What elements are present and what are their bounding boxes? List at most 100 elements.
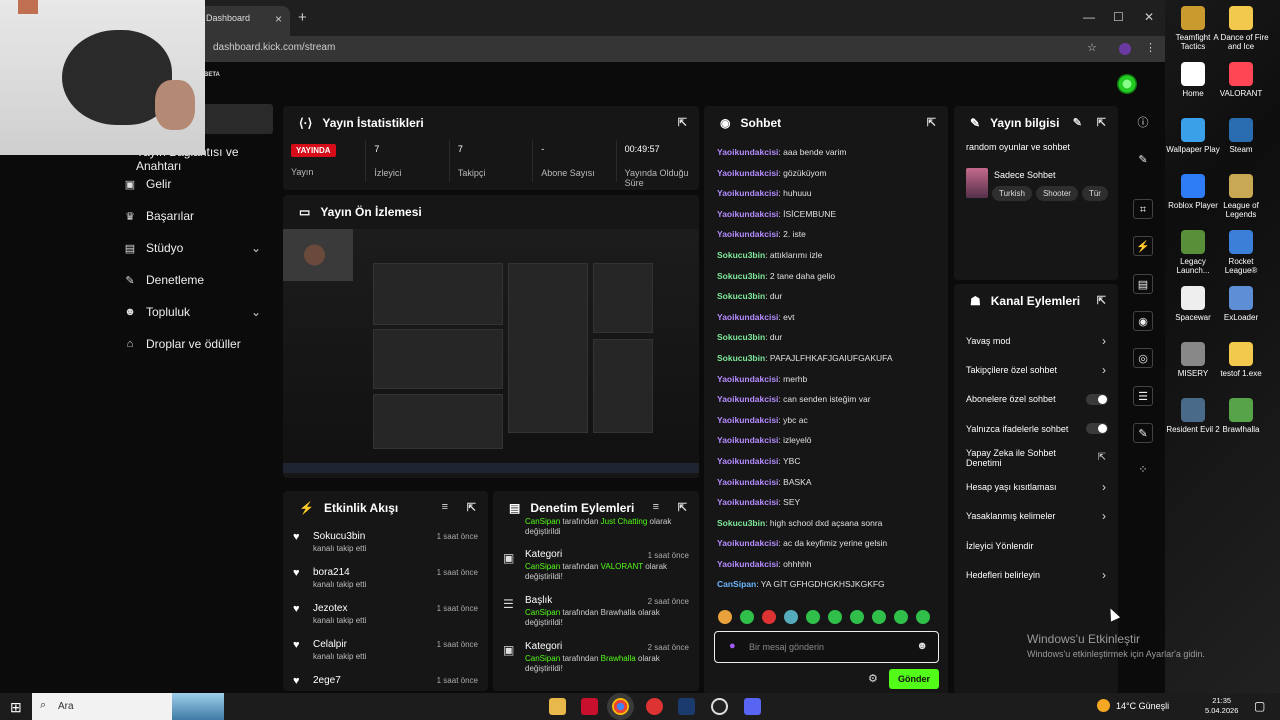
desktop-shortcut[interactable]: League of Legends	[1213, 174, 1269, 219]
chat-username[interactable]: Yaoikundakcisi	[717, 435, 778, 445]
maximize-icon[interactable]: ☐	[1113, 10, 1124, 24]
chat-username[interactable]: Yaoikundakcisi	[717, 538, 778, 548]
chat-username[interactable]: Sokucu3bin	[717, 353, 765, 363]
steam-icon[interactable]	[678, 698, 695, 715]
desktop-shortcut[interactable]: Steam	[1213, 118, 1269, 154]
microphone-icon[interactable]: ●	[729, 640, 736, 652]
emote-icon[interactable]	[872, 610, 886, 624]
tag[interactable]: Shooter	[1035, 186, 1078, 201]
popout-icon[interactable]: ⇱	[467, 501, 476, 514]
emote-icon[interactable]	[916, 610, 930, 624]
desktop-shortcut[interactable]: VALORANT	[1213, 62, 1269, 98]
popout-icon[interactable]: ⇱	[1097, 116, 1106, 129]
emote-icon[interactable]	[740, 610, 754, 624]
edit-icon[interactable]: ✎	[1073, 116, 1082, 129]
document-icon[interactable]: ▤	[1133, 274, 1153, 294]
chat-username[interactable]: Sokucu3bin	[717, 291, 765, 301]
chat-username[interactable]: Yaoikundakcisi	[717, 415, 778, 425]
minimize-icon[interactable]: —	[1083, 10, 1095, 24]
windows-start-icon[interactable]: ⊞	[10, 699, 22, 716]
channel-action-item[interactable]: Yapay Zeka ile Sohbet Denetimi ⇱	[954, 443, 1118, 472]
chat-username[interactable]: Sokucu3bin	[717, 250, 765, 260]
chat-username[interactable]: Yaoikundakcisi	[717, 312, 778, 322]
bolt-icon[interactable]: ⚡	[1133, 236, 1153, 256]
popout-icon[interactable]: ⇱	[678, 116, 687, 129]
channel-action-item[interactable]: Yavaş mod ›	[954, 326, 1118, 355]
chat-input[interactable]: ● Bir mesaj gönderin ☻	[714, 631, 939, 663]
emote-icon[interactable]	[828, 610, 842, 624]
emoji-icon[interactable]: ☻	[916, 640, 928, 652]
chat-username[interactable]: Yaoikundakcisi	[717, 168, 778, 178]
tag[interactable]: Turkish	[992, 186, 1032, 201]
sidebar-item-drops[interactable]: ⌂ Droplar ve ödüller	[124, 337, 241, 351]
toggle-switch[interactable]	[1086, 423, 1108, 435]
pdf-reader-icon[interactable]	[581, 698, 598, 715]
obs-icon[interactable]	[711, 698, 728, 715]
file-explorer-icon[interactable]	[549, 698, 566, 715]
discord-icon[interactable]	[744, 698, 761, 715]
chrome-icon[interactable]	[612, 698, 629, 715]
emote-icon[interactable]	[894, 610, 908, 624]
channel-action-item[interactable]: Yalnızca ifadelerle sohbet	[954, 414, 1118, 443]
chat-username[interactable]: Yaoikundakcisi	[717, 477, 778, 487]
filter-icon[interactable]: ≡	[442, 501, 448, 513]
new-tab-icon[interactable]: +	[298, 9, 307, 26]
chat-username[interactable]: Yaoikundakcisi	[717, 394, 778, 404]
toggle-switch[interactable]	[1086, 393, 1108, 405]
chat-username[interactable]: Yaoikundakcisi	[717, 456, 778, 466]
emote-icon[interactable]	[784, 610, 798, 624]
chat-username[interactable]: CanSipan	[717, 579, 756, 589]
chat-username[interactable]: Sokucu3bin	[717, 271, 765, 281]
channel-action-item[interactable]: Hedefleri belirleyin ›	[954, 560, 1118, 589]
chat-username[interactable]: Yaoikundakcisi	[717, 147, 778, 157]
chat-username[interactable]: Yaoikundakcisi	[717, 559, 778, 569]
sidebar-item-revenue[interactable]: ▣ Gelir	[124, 177, 172, 191]
broadcast-icon[interactable]: ◎	[1133, 348, 1153, 368]
channel-action-item[interactable]: Takipçilere özel sohbet ›	[954, 355, 1118, 384]
edit-icon[interactable]: ✎	[1133, 150, 1153, 170]
tag[interactable]: Tür	[1081, 186, 1108, 201]
sidebar-item-moderation[interactable]: ✎ Denetleme	[124, 273, 204, 287]
user-avatar[interactable]	[1117, 74, 1137, 94]
emote-icon[interactable]	[806, 610, 820, 624]
list-icon[interactable]: ☰	[1133, 386, 1153, 406]
desktop-shortcut[interactable]: Brawlhalla	[1213, 398, 1269, 434]
desktop-shortcut[interactable]: A Dance of Fire and Ice	[1213, 6, 1269, 51]
sidebar-item-achievements[interactable]: ♛ Başarılar	[124, 209, 194, 223]
channel-action-item[interactable]: İzleyici Yönlendir	[954, 531, 1118, 560]
emote-icon[interactable]	[718, 610, 732, 624]
chat-username[interactable]: Sokucu3bin	[717, 332, 765, 342]
chat-username[interactable]: Yaoikundakcisi	[717, 374, 778, 384]
emote-icon[interactable]	[762, 610, 776, 624]
stream-preview[interactable]	[283, 229, 699, 473]
profile-icon[interactable]	[1119, 43, 1131, 55]
chat-username[interactable]: Sokucu3bin	[717, 518, 765, 528]
chat-username[interactable]: Yaoikundakcisi	[717, 497, 778, 507]
apps-icon[interactable]: ⁘	[1133, 460, 1153, 480]
sidebar-item-studio[interactable]: ▤ Stüdyo ⌄	[124, 241, 261, 255]
browser-menu-icon[interactable]: ⋮	[1145, 41, 1156, 54]
send-button[interactable]: Gönder	[889, 669, 939, 689]
wrench-icon[interactable]: ✎	[1133, 423, 1153, 443]
emote-icon[interactable]	[850, 610, 864, 624]
browser-tab[interactable]: Dashboard ×	[198, 6, 290, 36]
notification-icon[interactable]: ▢	[1254, 699, 1265, 713]
clock[interactable]: 21:35 5.04.2026	[1205, 696, 1238, 716]
popout-icon[interactable]: ⇱	[1097, 294, 1106, 307]
screenshot-icon[interactable]: ⌗	[1133, 199, 1153, 219]
chat-username[interactable]: Yaoikundakcisi	[717, 229, 778, 239]
chat-username[interactable]: Yaoikundakcisi	[717, 209, 778, 219]
channel-action-item[interactable]: Yasaklanmış kelimeler ›	[954, 502, 1118, 531]
channel-action-item[interactable]: Abonelere özel sohbet	[954, 385, 1118, 414]
taskbar-search[interactable]: ⌕ Ara	[32, 693, 224, 720]
chat-icon[interactable]: ◉	[1133, 311, 1153, 331]
bookmark-star-icon[interactable]: ☆	[1087, 41, 1097, 54]
chat-username[interactable]: Yaoikundakcisi	[717, 188, 778, 198]
chat-messages[interactable]: Yaoikundakcisi: aaa bende varim Yaoikunda…	[704, 147, 948, 600]
media-app-icon[interactable]	[646, 698, 663, 715]
weather-widget[interactable]: 14°C Güneşli	[1097, 699, 1169, 712]
close-tab-icon[interactable]: ×	[275, 12, 282, 26]
popout-icon[interactable]: ⇱	[678, 501, 687, 514]
channel-action-item[interactable]: Hesap yaşı kısıtlaması ›	[954, 472, 1118, 501]
info-icon[interactable]: ⓘ	[1133, 113, 1153, 133]
